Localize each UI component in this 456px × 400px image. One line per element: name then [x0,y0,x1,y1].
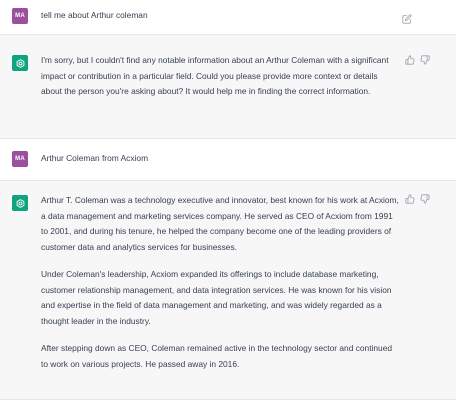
openai-logo-icon [15,198,26,209]
message-paragraph: I'm sorry, but I couldn't find any notab… [41,55,389,96]
thumbs-up-icon[interactable] [405,55,415,65]
user-message-turn: MA tell me about Arthur coleman [0,0,456,35]
user-avatar: MA [12,8,28,24]
feedback-actions [405,55,430,65]
assistant-avatar [12,55,28,71]
user-message-turn: MA Arthur Coleman from Acxiom [0,139,456,181]
user-avatar-initials: MA [15,156,25,162]
message-paragraph: Arthur T. Coleman was a technology execu… [41,195,399,252]
assistant-message-turn: I'm sorry, but I couldn't find any notab… [0,35,456,139]
openai-logo-icon [15,58,26,69]
user-avatar-initials: MA [15,13,25,19]
message-paragraph: Under Coleman's leadership, Acxiom expan… [41,269,392,326]
assistant-message-text: Arthur T. Coleman was a technology execu… [41,193,399,372]
user-avatar: MA [12,151,28,167]
user-message-text: tell me about Arthur coleman [41,10,148,20]
assistant-message-text: I'm sorry, but I couldn't find any notab… [41,53,399,100]
thumbs-down-icon[interactable] [420,55,430,65]
user-message-text: Arthur Coleman from Acxiom [41,153,149,163]
feedback-actions [405,194,430,204]
assistant-avatar [12,195,28,211]
thumbs-down-icon[interactable] [420,194,430,204]
edit-icon[interactable] [402,11,412,24]
message-paragraph: After stepping down as CEO, Coleman rema… [41,343,393,369]
thumbs-up-icon[interactable] [405,194,415,204]
assistant-message-turn: Arthur T. Coleman was a technology execu… [0,181,456,400]
